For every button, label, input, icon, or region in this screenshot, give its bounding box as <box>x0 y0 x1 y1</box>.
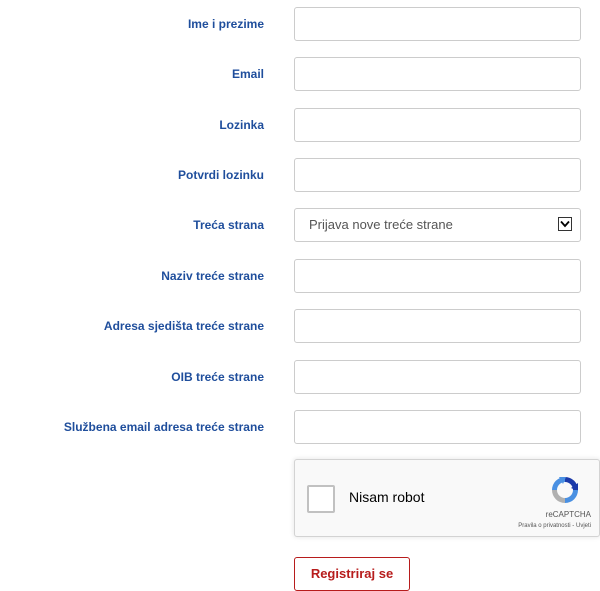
full-name-label: Ime i prezime <box>187 17 264 31</box>
email-input[interactable] <box>294 57 581 91</box>
third-party-email-label: Službena email adresa treće strane <box>63 420 264 434</box>
third-party-email-row: Službena email adresa treće strane <box>0 410 600 444</box>
password-label: Lozinka <box>219 118 264 132</box>
third-party-name-row: Naziv treće strane <box>0 259 600 293</box>
privacy-link[interactable]: Pravila o privatnosti <box>518 523 570 529</box>
full-name-input[interactable] <box>294 7 581 41</box>
password-row: Lozinka <box>0 108 600 142</box>
third-party-oib-input[interactable] <box>294 360 581 394</box>
third-party-oib-label: OIB treće strane <box>171 370 264 384</box>
confirm-password-input[interactable] <box>294 158 581 192</box>
confirm-password-label: Potvrdi lozinku <box>177 168 264 182</box>
third-party-name-label: Naziv treće strane <box>161 269 264 283</box>
email-label: Email <box>231 67 264 81</box>
third-party-label: Treća strana <box>193 218 264 232</box>
third-party-row: Treća strana Prijava nove treće strane <box>0 208 600 242</box>
full-name-row: Ime i prezime <box>0 7 600 41</box>
third-party-address-row: Adresa sjedišta treće strane <box>0 309 600 343</box>
recaptcha-checkbox[interactable] <box>307 485 335 513</box>
password-input[interactable] <box>294 108 581 142</box>
chevron-down-icon[interactable] <box>558 217 572 231</box>
recaptcha-brand: reCAPTCHA <box>545 510 591 519</box>
recaptcha-widget: Nisam robot reCAPTCHA Pravila o privatno… <box>294 459 600 537</box>
terms-link[interactable]: Uvjeti <box>576 523 591 529</box>
confirm-password-row: Potvrdi lozinku <box>0 158 600 192</box>
registration-form: Ime i prezime Email Lozinka Potvrdi lozi… <box>0 0 600 591</box>
recaptcha-label: Nisam robot <box>349 489 425 505</box>
recaptcha-logo-icon <box>552 477 578 503</box>
third-party-select-value: Prijava nove treće strane <box>309 217 453 232</box>
recaptcha-links: Pravila o privatnosti - Uvjeti <box>518 523 591 529</box>
third-party-address-input[interactable] <box>294 309 581 343</box>
third-party-address-label: Adresa sjedišta treće strane <box>103 319 264 333</box>
third-party-email-input[interactable] <box>294 410 581 444</box>
third-party-name-input[interactable] <box>294 259 581 293</box>
third-party-oib-row: OIB treće strane <box>0 360 600 394</box>
email-row: Email <box>0 57 600 91</box>
third-party-select[interactable]: Prijava nove treće strane <box>294 208 581 242</box>
